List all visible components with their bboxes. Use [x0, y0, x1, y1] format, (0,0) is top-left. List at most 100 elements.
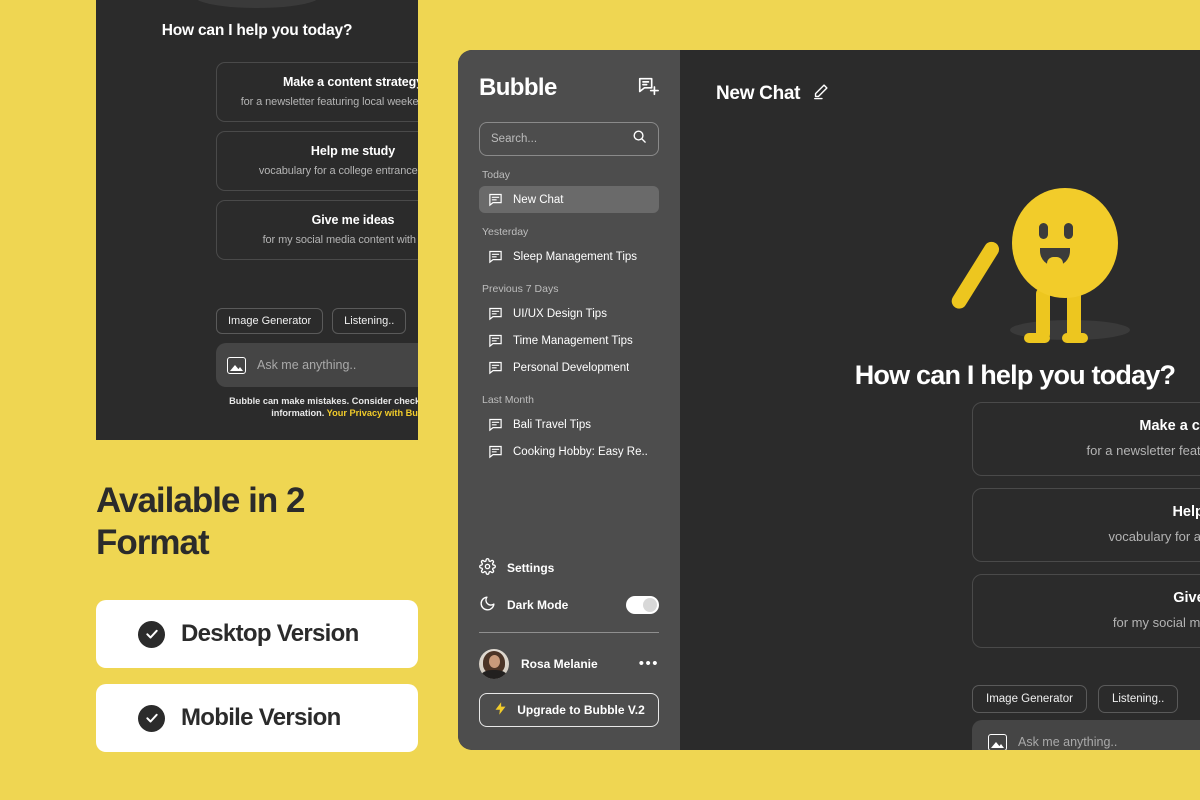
- dark-mode-label: Dark Mode: [507, 598, 569, 612]
- image-attach-icon[interactable]: [988, 733, 1007, 750]
- mobile-greeting: How can I help you today?: [161, 22, 353, 39]
- prompt-card-subtitle: for my social media content with trend: [1112, 615, 1200, 630]
- sidebar-item-settings[interactable]: Settings: [479, 558, 659, 578]
- prompt-card-title: Help me study: [1172, 504, 1200, 520]
- avatar: [479, 649, 509, 679]
- search-placeholder: Search...: [491, 133, 538, 145]
- sidebar-divider: [479, 632, 659, 633]
- sidebar-item-sleep-management-tips[interactable]: Sleep Management Tips: [479, 243, 659, 270]
- search-icon: [632, 129, 647, 149]
- sidebar-item-ui-ux-design-tips[interactable]: UI/UX Design Tips: [479, 300, 659, 327]
- mobile-input-placeholder: Ask me anything..: [257, 358, 357, 372]
- desktop-preview-panel: Bubble Search... Today New Chat Yesterda…: [458, 50, 1200, 750]
- main-prompt-card[interactable]: Make a content strategy for a newsletter…: [972, 402, 1200, 476]
- more-options-icon[interactable]: •••: [639, 656, 659, 671]
- search-input[interactable]: Search...: [479, 122, 659, 156]
- sidebar-item-personal-development[interactable]: Personal Development: [479, 354, 659, 381]
- chip-listening[interactable]: Listening..: [332, 308, 407, 334]
- sidebar-item-cooking-hobby[interactable]: Cooking Hobby: Easy Re..: [479, 438, 659, 465]
- profile-name: Rosa Melanie: [521, 657, 598, 671]
- prompt-card-subtitle: for my social media content with trend: [262, 234, 418, 246]
- dark-mode-toggle[interactable]: [626, 596, 659, 614]
- chat-history-list: Today New Chat Yesterday Sleep Managemen…: [479, 169, 659, 465]
- mobile-prompt-card-list: Make a content strategy for a newsletter…: [216, 62, 418, 269]
- mascot-illustration: [948, 175, 1162, 343]
- chat-item-label: Sleep Management Tips: [513, 250, 638, 263]
- main-prompt-card-list: Make a content strategy for a newsletter…: [972, 402, 1200, 660]
- group-label-last-month: Last Month: [482, 394, 534, 406]
- desktop-version-button[interactable]: Desktop Version: [96, 600, 418, 668]
- mobile-prompt-card[interactable]: Make a content strategy for a newsletter…: [216, 62, 418, 122]
- desktop-version-label: Desktop Version: [181, 620, 359, 647]
- sidebar-item-new-chat[interactable]: New Chat: [479, 186, 659, 213]
- mobile-input-bar[interactable]: Ask me anything..: [216, 343, 418, 387]
- gear-icon: [479, 558, 496, 578]
- main-input-placeholder: Ask me anything..: [1018, 735, 1118, 749]
- chip-image-generator[interactable]: Image Generator: [216, 308, 324, 334]
- group-label-yesterday: Yesterday: [482, 226, 529, 238]
- mobile-prompt-card[interactable]: Give me ideas for my social media conten…: [216, 200, 418, 260]
- prompt-card-subtitle: for a newsletter featuring local weekend…: [1086, 443, 1200, 458]
- check-circle-icon: [138, 704, 165, 732]
- sidebar-header: Bubble: [479, 50, 659, 102]
- prompt-card-subtitle: for a newsletter featuring local weekend…: [240, 96, 418, 108]
- privacy-link[interactable]: Your Privacy with Bubble: [327, 408, 418, 418]
- profile-row[interactable]: Rosa Melanie •••: [479, 649, 659, 679]
- upgrade-label: Upgrade to Bubble V.2: [517, 703, 645, 717]
- prompt-card-title: Give me ideas: [311, 213, 395, 227]
- mobile-version-label: Mobile Version: [181, 704, 341, 731]
- mascot-left-foot: [1024, 333, 1050, 343]
- dark-mode-row[interactable]: Dark Mode: [479, 595, 659, 615]
- mascot-body: [1012, 188, 1118, 298]
- chip-listening[interactable]: Listening..: [1097, 685, 1179, 713]
- chat-item-label: Cooking Hobby: Easy Re..: [513, 445, 648, 458]
- edit-pencil-icon[interactable]: [812, 83, 829, 105]
- mobile-disclaimer: Bubble can make mistakes. Consider check…: [214, 395, 418, 420]
- mascot-left-arm: [948, 239, 1002, 312]
- main-header: New Chat: [680, 50, 1200, 105]
- moon-icon: [479, 595, 496, 615]
- main-input-bar[interactable]: Ask me anything..: [972, 720, 1200, 750]
- promo-heading: Available in 2 Format: [96, 481, 305, 562]
- mascot-shadow-mobile: [194, 0, 320, 8]
- new-chat-icon[interactable]: [637, 75, 659, 102]
- mobile-preview-panel: How can I help you today? Make a content…: [96, 0, 418, 440]
- prompt-card-subtitle: vocabulary for a college entrance exam: [1108, 529, 1200, 544]
- group-label-today: Today: [482, 169, 511, 181]
- chat-title: New Chat: [716, 83, 801, 104]
- prompt-card-subtitle: vocabulary for a college entrance exam: [258, 165, 418, 177]
- prompt-card-title: Make a content strategy: [1139, 418, 1200, 434]
- main-content: New Chat How can I help you today? Make …: [680, 50, 1200, 750]
- brand-logo: Bubble: [479, 74, 557, 101]
- mascot-right-foot: [1062, 333, 1088, 343]
- prompt-card-title: Give me ideas: [1173, 590, 1200, 606]
- image-attach-icon[interactable]: [227, 356, 246, 374]
- main-greeting: How can I help you today?: [854, 360, 1176, 390]
- mobile-chip-row: Image Generator Listening..: [216, 308, 407, 334]
- chat-item-label: Time Management Tips: [513, 334, 633, 347]
- chat-item-label: Personal Development: [513, 361, 630, 374]
- mascot-tongue: [1047, 257, 1063, 266]
- check-circle-icon: [138, 620, 165, 648]
- upgrade-button[interactable]: Upgrade to Bubble V.2: [479, 693, 659, 727]
- chip-image-generator[interactable]: Image Generator: [972, 685, 1087, 713]
- mobile-prompt-card[interactable]: Help me study vocabulary for a college e…: [216, 131, 418, 191]
- prompt-card-title: Make a content strategy: [282, 75, 418, 89]
- settings-label: Settings: [507, 561, 555, 575]
- prompt-card-title: Help me study: [310, 144, 396, 158]
- mascot-left-eye: [1039, 223, 1048, 239]
- chat-item-label: New Chat: [513, 193, 564, 206]
- sidebar-item-time-management-tips[interactable]: Time Management Tips: [479, 327, 659, 354]
- mobile-version-button[interactable]: Mobile Version: [96, 684, 418, 752]
- sidebar: Bubble Search... Today New Chat Yesterda…: [458, 50, 680, 750]
- main-chip-row: Image Generator Listening..: [972, 685, 1179, 713]
- sidebar-item-bali-travel-tips[interactable]: Bali Travel Tips: [479, 411, 659, 438]
- mascot-right-eye: [1064, 223, 1073, 239]
- main-prompt-card[interactable]: Help me study vocabulary for a college e…: [972, 488, 1200, 562]
- chat-item-label: UI/UX Design Tips: [513, 307, 607, 320]
- lightning-bolt-icon: [493, 701, 508, 719]
- chat-item-label: Bali Travel Tips: [513, 418, 591, 431]
- group-label-previous-7-days: Previous 7 Days: [482, 283, 559, 295]
- main-prompt-card[interactable]: Give me ideas for my social media conten…: [972, 574, 1200, 648]
- sidebar-footer: Settings Dark Mode Rosa Melanie ••• Upgr…: [479, 558, 659, 727]
